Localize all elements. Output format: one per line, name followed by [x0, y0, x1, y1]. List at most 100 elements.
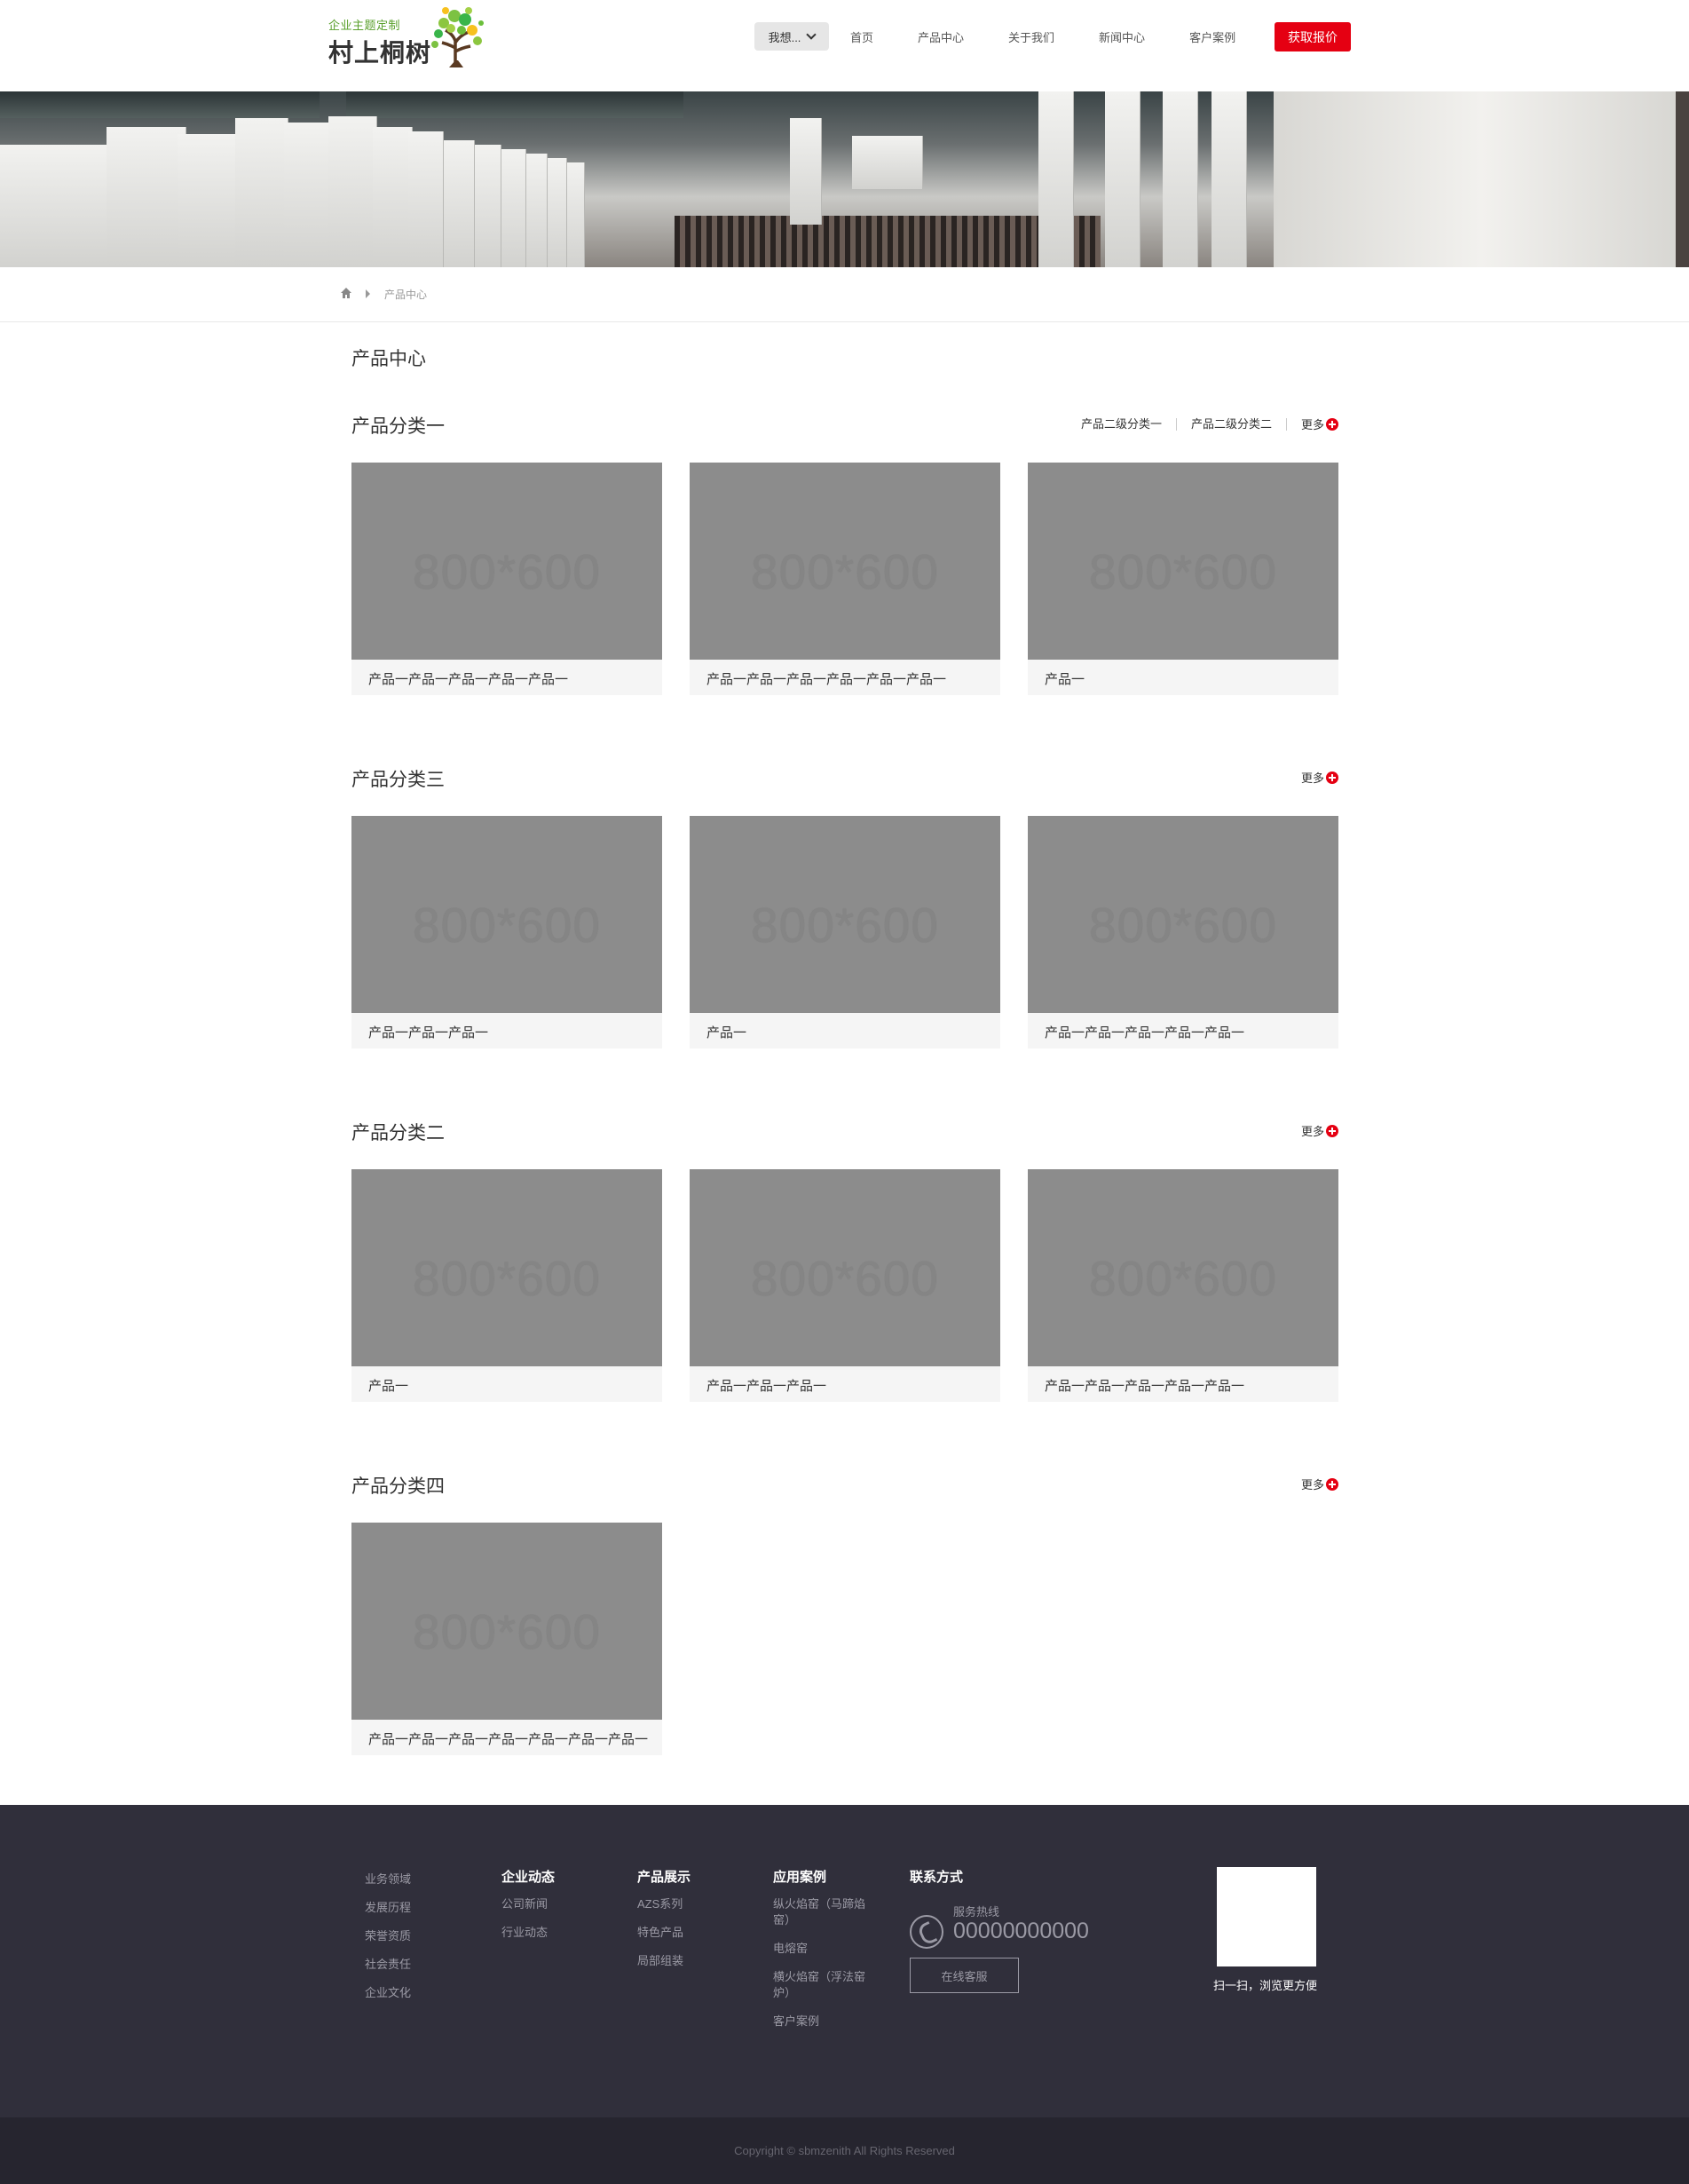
product-grid: 800*600 产品一 800*600 产品一产品一产品一 800*600 产品…	[351, 1169, 1338, 1402]
product-name[interactable]: 产品一	[1045, 669, 1085, 688]
footer-col-title: 联系方式	[910, 1870, 964, 1885]
nav-cases[interactable]: 客户案例	[1189, 28, 1235, 45]
plus-circle-icon	[1326, 1124, 1338, 1137]
product-card[interactable]: 800*600 产品一产品一产品一	[351, 816, 662, 1048]
sub-category-link[interactable]: 产品二级分类一	[1067, 417, 1177, 431]
online-service-button[interactable]: 在线客服	[910, 1958, 1019, 1993]
footer-col-title: 企业动态	[501, 1870, 556, 1885]
banner-block	[178, 134, 240, 267]
product-image[interactable]: 800*600	[351, 463, 662, 660]
product-category-section: 产品分类一 产品二级分类一 产品二级分类二 更多 800*600 产品一产品一产…	[351, 412, 1338, 696]
home-icon[interactable]	[340, 287, 352, 299]
product-category-section: 产品分类三 更多 800*600 产品一产品一产品一 800*600 产品一 8…	[351, 765, 1338, 1049]
footer-link[interactable]: 纵火焰窑（马蹄焰窑）	[773, 1896, 871, 1928]
product-image[interactable]: 800*600	[351, 816, 662, 1013]
footer-link[interactable]: 荣誉资质	[365, 1928, 411, 1944]
product-card[interactable]: 800*600 产品一产品一产品一产品一产品一产品一	[690, 463, 1000, 695]
product-image[interactable]: 800*600	[690, 816, 1000, 1013]
site-header: 企业主题定制 村上桐树 我想... 首页 产品中心 关于我们 新闻中心 客户案例…	[0, 0, 1689, 91]
footer-link[interactable]: AZS系列	[637, 1896, 691, 1912]
footer-link[interactable]: 客户案例	[773, 2014, 871, 2030]
product-card[interactable]: 800*600 产品一产品一产品一产品一产品一	[1028, 816, 1338, 1048]
product-image[interactable]: 800*600	[351, 1169, 662, 1366]
product-name[interactable]: 产品一	[368, 1376, 408, 1395]
product-name[interactable]: 产品一产品一产品一	[706, 1376, 826, 1395]
banner-edge	[1676, 91, 1689, 267]
footer-link[interactable]: 公司新闻	[501, 1896, 555, 1912]
product-name[interactable]: 产品一产品一产品一	[368, 1023, 488, 1041]
section-links: 更多	[1287, 1122, 1338, 1139]
footer-link[interactable]: 社会责任	[365, 1957, 411, 1973]
banner-block	[790, 118, 822, 225]
product-card[interactable]: 800*600 产品一	[690, 816, 1000, 1048]
product-image[interactable]: 800*600	[690, 463, 1000, 660]
footer-col-cases: 应用案例 纵火焰窑（马蹄焰窑） 电熔窑 横火焰窑（浮法窑炉） 客户案例	[773, 1867, 871, 2042]
product-image[interactable]: 800*600	[1028, 816, 1338, 1013]
banner-block	[501, 149, 526, 267]
product-image[interactable]: 800*600	[1028, 463, 1338, 660]
product-category-section: 产品分类二 更多 800*600 产品一 800*600 产品一产品一产品一 8…	[351, 1119, 1338, 1403]
product-grid: 800*600 产品一产品一产品一 800*600 产品一 800*600 产品…	[351, 816, 1338, 1048]
footer-col-about: 业务领域 发展历程 荣誉资质 社会责任 企业文化	[365, 1871, 411, 2014]
banner-block	[548, 158, 567, 267]
tree-logo-icon	[431, 7, 484, 67]
nav-products[interactable]: 产品中心	[918, 28, 964, 45]
product-name[interactable]: 产品一产品一产品一产品一产品一产品一	[706, 669, 946, 688]
banner-block	[235, 118, 288, 267]
footer-link[interactable]: 电熔窑	[773, 1941, 871, 1957]
product-name[interactable]: 产品一产品一产品一产品一产品一产品一产品一	[368, 1729, 648, 1748]
banner-block	[284, 123, 333, 267]
more-link[interactable]: 更多	[1301, 415, 1338, 432]
product-name[interactable]: 产品一	[706, 1023, 746, 1041]
product-card[interactable]: 800*600 产品一产品一产品一产品一产品一	[351, 463, 662, 695]
breadcrumb-current[interactable]: 产品中心	[384, 287, 427, 302]
get-quote-button[interactable]: 获取报价	[1275, 22, 1351, 51]
image-placeholder: 800*600	[751, 1250, 939, 1306]
image-placeholder: 800*600	[751, 543, 939, 599]
product-name[interactable]: 产品一产品一产品一产品一产品一	[1045, 1023, 1244, 1041]
more-link[interactable]: 更多	[1301, 1122, 1338, 1139]
product-name[interactable]: 产品一产品一产品一产品一产品一	[368, 669, 568, 688]
nav-home[interactable]: 首页	[850, 28, 873, 45]
banner-wall	[1274, 91, 1689, 267]
more-label: 更多	[1300, 1125, 1324, 1138]
site-footer: 业务领域 发展历程 荣誉资质 社会责任 企业文化 企业动态 公司新闻 行业动态 …	[0, 1805, 1689, 2117]
banner-block	[567, 162, 585, 267]
product-card[interactable]: 800*600 产品一产品一产品一产品一产品一	[1028, 1169, 1338, 1402]
footer-link[interactable]: 横火焰窑（浮法窑炉）	[773, 1969, 871, 2001]
section-title: 产品分类二	[351, 1123, 445, 1143]
sub-category-link[interactable]: 产品二级分类二	[1177, 417, 1287, 431]
footer-link[interactable]: 行业动态	[501, 1925, 555, 1941]
product-image[interactable]: 800*600	[1028, 1169, 1338, 1366]
product-image[interactable]: 800*600	[690, 1169, 1000, 1366]
site-logo[interactable]: 企业主题定制 村上桐树	[328, 4, 485, 67]
image-placeholder: 800*600	[1089, 1250, 1277, 1306]
nav-about[interactable]: 关于我们	[1008, 28, 1054, 45]
more-link[interactable]: 更多	[1301, 769, 1338, 786]
footer-link[interactable]: 特色产品	[637, 1925, 691, 1941]
image-placeholder: 800*600	[1089, 897, 1277, 953]
product-image[interactable]: 800*600	[351, 1523, 662, 1720]
footer-link[interactable]: 业务领域	[365, 1871, 411, 1887]
qr-code	[1217, 1867, 1316, 1966]
product-card[interactable]: 800*600 产品一	[1028, 463, 1338, 695]
copyright-bar: Copyright © sbmzenith All Rights Reserve…	[0, 2117, 1689, 2184]
nav-news[interactable]: 新闻中心	[1099, 28, 1145, 45]
footer-link[interactable]: 企业文化	[365, 1985, 411, 2001]
product-card[interactable]: 800*600 产品一产品一产品一产品一产品一产品一产品一	[351, 1523, 662, 1755]
more-link[interactable]: 更多	[1301, 1476, 1338, 1492]
product-name[interactable]: 产品一产品一产品一产品一产品一	[1045, 1376, 1244, 1395]
footer-link[interactable]: 局部组装	[637, 1953, 691, 1969]
footer-link[interactable]: 发展历程	[365, 1900, 411, 1916]
product-card[interactable]: 800*600 产品一	[351, 1169, 662, 1402]
image-placeholder: 800*600	[413, 897, 601, 953]
page-banner	[0, 91, 1689, 267]
banner-floor	[675, 216, 1101, 267]
plus-circle-icon	[1326, 771, 1338, 784]
banner-block	[1163, 91, 1198, 267]
product-card[interactable]: 800*600 产品一产品一产品一	[690, 1169, 1000, 1402]
nav-want-dropdown[interactable]: 我想...	[754, 22, 829, 51]
footer-col-title: 产品展示	[637, 1870, 691, 1885]
more-label: 更多	[1300, 1478, 1324, 1492]
hotline-label: 服务热线	[953, 1905, 1000, 1919]
